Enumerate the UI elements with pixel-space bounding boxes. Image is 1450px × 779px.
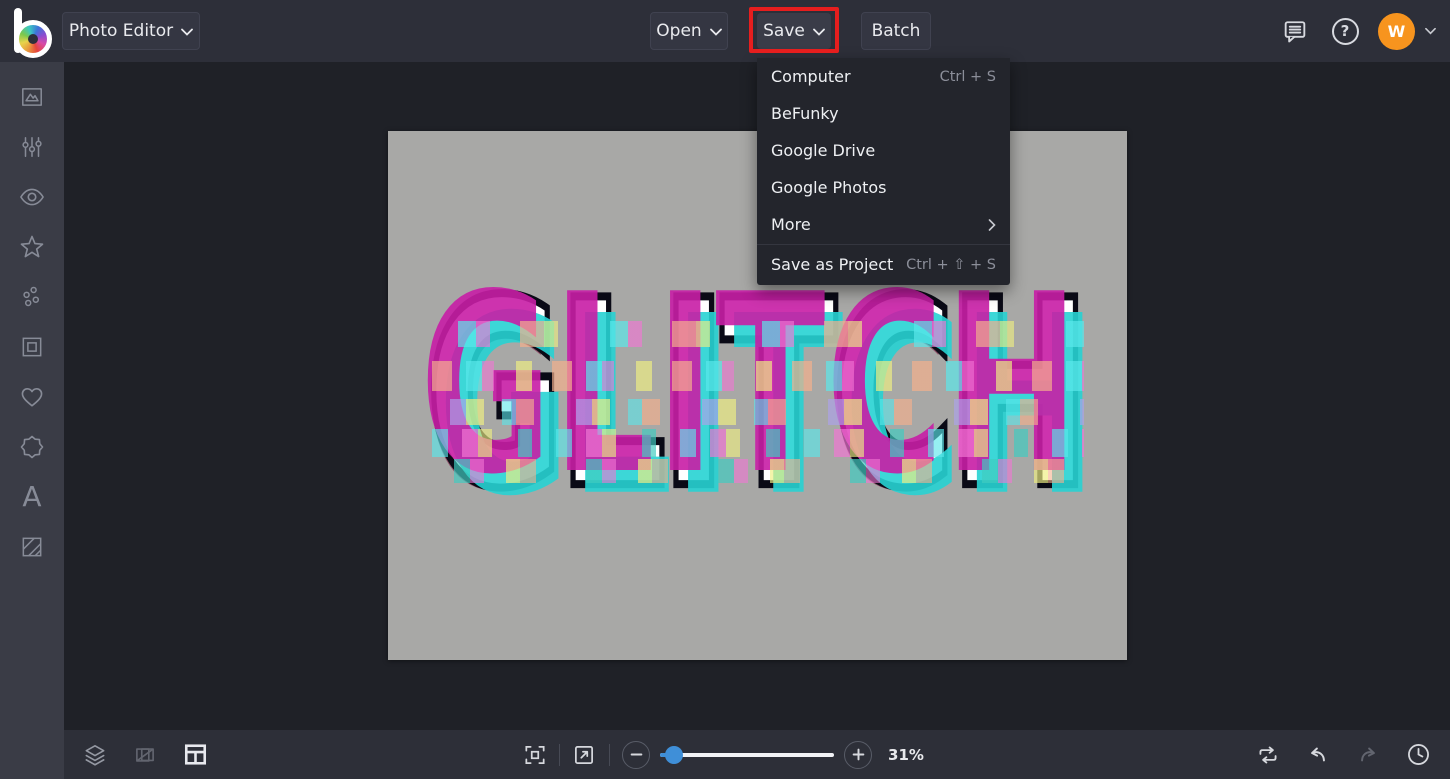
shapes-dots-icon [19,284,45,310]
sidebar-item-frames[interactable] [0,322,64,372]
sliders-icon [19,134,45,160]
zoom-level-label: 31% [886,746,926,764]
star-icon [18,233,46,261]
minus-icon [630,748,643,761]
zoom-out-button[interactable] [622,741,650,769]
compare-arrows-icon [1255,742,1281,768]
menu-item-label: More [771,215,811,234]
badge-seal-icon [18,433,46,461]
texture-icon [19,534,45,560]
photo-editor-label: Photo Editor [69,21,173,41]
chevron-down-icon [181,28,193,36]
sidebar-item-edit[interactable] [0,72,64,122]
top-bar: Photo Editor Open Save Batch ? W [0,0,1450,62]
text-tool-icon: A [22,483,41,511]
menu-item-label: Save as Project [771,255,893,274]
save-button[interactable]: Save [757,13,831,49]
open-button[interactable]: Open [650,12,728,50]
sidebar-item-text[interactable]: A [0,472,64,522]
fullscreen-button[interactable] [571,742,597,768]
glitch-text-magenta-layer: GLITCH [419,262,1078,509]
menu-item-google-photos[interactable]: Google Photos [757,169,1010,206]
overlapping-squares-icon [132,742,158,768]
redo-button[interactable] [1355,742,1381,768]
open-label: Open [656,21,701,41]
redo-icon [1355,742,1381,768]
save-label: Save [763,21,805,41]
menu-item-label: BeFunky [771,104,839,123]
menu-item-label: Google Photos [771,178,886,197]
menu-item-more[interactable]: More [757,206,1010,243]
menu-item-label: Google Drive [771,141,875,160]
tool-sidebar: A [0,62,64,779]
duplicate-button[interactable] [132,742,158,768]
sidebar-item-graphics[interactable] [0,372,64,422]
heart-icon [18,383,46,411]
submenu-chevron-right-icon [988,219,996,231]
fit-screen-icon [522,742,548,768]
avatar-chevron-down-icon[interactable] [1425,27,1436,35]
plus-icon [852,748,865,761]
sidebar-item-effects[interactable] [0,222,64,272]
glitch-artwork: GLITCH GLITCH GLITCH GLITCH [448,301,1068,491]
history-button[interactable] [1405,741,1432,768]
sidebar-item-artsy[interactable] [0,272,64,322]
eye-icon [18,183,46,211]
open-in-full-icon [571,742,597,768]
divider [609,744,610,766]
user-avatar[interactable]: W [1378,13,1415,50]
menu-item-shortcut: Ctrl + S [940,69,996,85]
befunky-logo[interactable] [11,8,55,54]
sidebar-item-adjust[interactable] [0,122,64,172]
menu-item-save-as-project[interactable]: Save as Project Ctrl + ⇧ + S [757,246,1010,283]
sidebar-item-overlays[interactable] [0,422,64,472]
layers-button[interactable] [82,742,108,768]
batch-label: Batch [872,21,921,41]
help-button[interactable]: ? [1328,14,1362,48]
bottom-bar: 31% [64,730,1450,779]
menu-divider [757,244,1010,245]
layout-button[interactable] [182,741,209,768]
layers-icon [82,742,108,768]
menu-item-computer[interactable]: Computer Ctrl + S [757,58,1010,95]
chevron-down-icon [813,28,825,36]
batch-button[interactable]: Batch [861,12,931,50]
zoom-slider-handle[interactable] [665,746,683,764]
feedback-button[interactable] [1278,14,1312,48]
clock-history-icon [1405,741,1432,768]
undo-button[interactable] [1305,742,1331,768]
sidebar-item-textures[interactable] [0,522,64,572]
fit-to-screen-button[interactable] [522,742,548,768]
zoom-in-button[interactable] [844,741,872,769]
question-icon: ? [1332,18,1359,45]
photo-editor-menu-button[interactable]: Photo Editor [62,12,200,50]
layout-template-icon [182,741,209,768]
image-icon [19,84,45,110]
feedback-bubble-icon [1281,17,1309,45]
compare-button[interactable] [1255,742,1281,768]
logo-rainbow-aperture [14,20,52,58]
divider [559,744,560,766]
menu-item-label: Computer [771,67,851,86]
frame-icon [19,334,45,360]
sidebar-item-touchup[interactable] [0,172,64,222]
menu-item-befunky[interactable]: BeFunky [757,95,1010,132]
menu-item-google-drive[interactable]: Google Drive [757,132,1010,169]
save-dropdown-menu: Computer Ctrl + S BeFunky Google Drive G… [757,58,1010,285]
undo-icon [1305,742,1331,768]
zoom-slider[interactable] [660,753,834,757]
menu-item-shortcut: Ctrl + ⇧ + S [906,257,996,273]
chevron-down-icon [710,28,722,36]
